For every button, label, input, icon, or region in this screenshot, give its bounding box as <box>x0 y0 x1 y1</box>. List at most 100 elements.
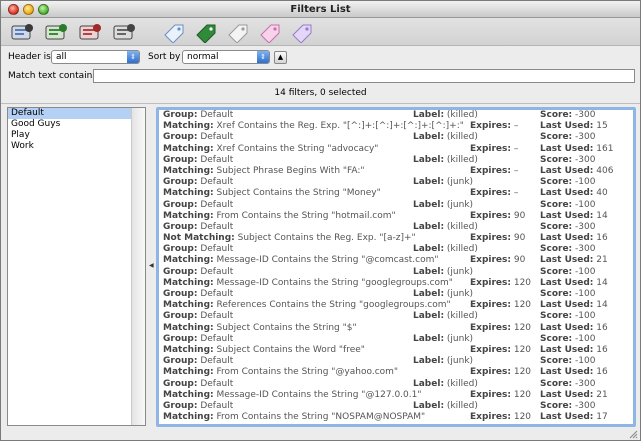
filter-match-row[interactable]: Matching: From Contains the String "hotm… <box>159 211 633 222</box>
filter-match-row[interactable]: Matching: Subject Phrase Begins With "FA… <box>159 166 633 177</box>
filter-count-status: 14 filters, 0 selected <box>274 88 367 98</box>
tag-purple-button[interactable] <box>289 21 315 44</box>
titlebar[interactable]: Filters List <box>1 1 640 18</box>
filter-label: Label: (killed) <box>413 132 478 143</box>
filter-expires: Expires: 120 <box>470 344 532 355</box>
filter-match-row[interactable]: Not Matching: Subject Contains the Reg. … <box>159 233 633 244</box>
filter-label: Label: (junk) <box>413 177 474 188</box>
sort-direction-button[interactable]: ▲ <box>274 51 287 64</box>
filter-match-row[interactable]: Matching: From Contains the String "NOSP… <box>159 412 633 423</box>
filter-expires: Expires: – <box>470 143 519 154</box>
split-view-divider[interactable]: ◀ <box>147 107 156 427</box>
filter-match: Matching: Subject Phrase Begins With "FA… <box>163 165 365 176</box>
filter-match-row[interactable]: Matching: Xref Contains the String "advo… <box>159 144 633 155</box>
filter-match: Matching: Subject Contains the Word "fre… <box>163 344 365 355</box>
filter-expires: Expires: 90 <box>470 255 526 266</box>
tag-blue-icon <box>164 24 184 44</box>
filter-group-row[interactable]: Group: Default Label: (killed) Score: -100 <box>159 311 633 322</box>
window-title: Filters List <box>290 4 351 15</box>
filters-list-window: Filters List Header is all ⇕ Sort by nor… <box>0 0 641 441</box>
filter-expires: Expires: 120 <box>470 322 532 333</box>
group-item-play[interactable]: Play <box>8 130 145 141</box>
filter-group: Group: Default <box>163 154 234 165</box>
filter-group: Group: Default <box>163 311 234 322</box>
filter-label: Label: (killed) <box>413 110 478 120</box>
filter-score: Score: -100 <box>540 356 596 367</box>
filter-group-row[interactable]: Group: Default Label: (killed) Score: -300 <box>159 244 633 255</box>
filter-label: Label: (junk) <box>413 333 474 344</box>
tag-purple-icon <box>292 24 312 44</box>
filter-score: Score: -300 <box>540 110 596 120</box>
filter-match: Matching: Message-ID Contains the String… <box>163 277 453 288</box>
tag-green-button[interactable] <box>193 21 219 44</box>
tag-pink-icon <box>260 24 280 44</box>
group-item-work[interactable]: Work <box>8 141 145 152</box>
filter-expires: Expires: 90 <box>470 210 526 221</box>
filter-match: Matching: Subject Contains the String "M… <box>163 188 381 199</box>
filter-match-row[interactable]: Matching: Subject Contains the Word "fre… <box>159 345 633 356</box>
tag-pink-button[interactable] <box>257 21 283 44</box>
filter-last-used: Last Used: 16 <box>540 233 608 244</box>
new-filter-icon <box>11 24 33 40</box>
filter-group-row[interactable]: Group: Default Label: (junk) Score: -100 <box>159 200 633 211</box>
duplicate-filter-button[interactable] <box>43 21 69 43</box>
filter-group: Group: Default <box>163 378 234 389</box>
filter-match-row[interactable]: Matching: Subject Contains the String "$… <box>159 323 633 334</box>
filter-match-row[interactable]: Matching: Message-ID Contains the String… <box>159 255 633 266</box>
filter-last-used: Last Used: 14 <box>540 300 608 311</box>
filter-group-row[interactable]: Group: Default Label: (killed) Score: -300 <box>159 132 633 143</box>
delete-filter-button[interactable] <box>111 21 137 43</box>
filter-match: Matching: From Contains the String "NOSP… <box>163 412 426 423</box>
filter-group: Group: Default <box>163 244 234 255</box>
filter-match: Not Matching: Subject Contains the Reg. … <box>163 233 416 244</box>
filter-match-row[interactable]: Matching: Message-ID Contains the String… <box>159 390 633 401</box>
tag-gray-button[interactable] <box>225 21 251 44</box>
filter-match-row[interactable]: Matching: Xref Contains the Reg. Exp. "[… <box>159 121 633 132</box>
filter-last-used: Last Used: 40 <box>540 188 608 199</box>
filter-match-row[interactable]: Matching: From Contains the String "@yah… <box>159 367 633 378</box>
resize-grip-icon[interactable] <box>628 429 638 439</box>
filter-match: Matching: Message-ID Contains the String… <box>163 389 422 400</box>
collapse-arrow-icon: ◀ <box>149 262 154 269</box>
filter-group-row[interactable]: Group: Default Label: (junk) Score: -100 <box>159 177 633 188</box>
edit-filter-button[interactable] <box>77 21 103 43</box>
match-text-input[interactable] <box>93 69 635 83</box>
filter-group-row[interactable]: Group: Default Label: (killed) Score: -300 <box>159 110 633 121</box>
filter-group: Group: Default <box>163 132 234 143</box>
filter-group-row[interactable]: Group: Default Label: (killed) Score: -300 <box>159 401 633 412</box>
filter-group-row[interactable]: Group: Default Label: (killed) Score: -300 <box>159 379 633 390</box>
sort-select[interactable]: normal ⇕ <box>182 50 270 64</box>
filters-list[interactable]: Group: Default Label: (killed) Score: -300… <box>156 107 636 427</box>
filter-group-row[interactable]: Group: Default Label: (junk) Score: -100 <box>159 334 633 345</box>
filter-match-row[interactable]: Matching: Message-ID Contains the String… <box>159 278 633 289</box>
duplicate-filter-icon <box>45 24 67 40</box>
filter-match: Matching: From Contains the String "@yah… <box>163 367 399 378</box>
filter-expires: Expires: – <box>470 188 519 199</box>
group-item-default[interactable]: Default <box>8 108 145 119</box>
tag-green-icon <box>196 24 216 44</box>
filter-label: Label: (killed) <box>413 244 478 255</box>
filter-label: Label: (killed) <box>413 378 478 389</box>
filter-group: Group: Default <box>163 221 234 232</box>
filter-match-row[interactable]: Matching: References Contains the String… <box>159 300 633 311</box>
filter-group-row[interactable]: Group: Default Label: (junk) Score: -100 <box>159 356 633 367</box>
new-filter-button[interactable] <box>9 21 35 43</box>
group-item-good-guys[interactable]: Good Guys <box>8 119 145 130</box>
tag-blue-button[interactable] <box>161 21 187 44</box>
header-select[interactable]: all ⇕ <box>51 50 140 64</box>
filter-group-row[interactable]: Group: Default Label: (killed) Score: -300 <box>159 222 633 233</box>
filter-score: Score: -100 <box>540 311 596 322</box>
filter-group-row[interactable]: Group: Default Label: (junk) Score: -100 <box>159 267 633 278</box>
filter-last-used: Last Used: 161 <box>540 143 614 154</box>
groups-scrollbar[interactable] <box>131 108 145 425</box>
filter-score: Score: -100 <box>540 289 596 299</box>
tag-gray-icon <box>228 24 248 44</box>
filter-expires: Expires: 120 <box>470 277 532 288</box>
filter-group-row[interactable]: Group: Default Label: (killed) Score: -300 <box>159 155 633 166</box>
filter-last-used: Last Used: 17 <box>540 412 608 423</box>
filter-group-row[interactable]: Group: Default Label: (junk) Score: -100 <box>159 289 633 300</box>
edit-filter-icon <box>79 24 101 40</box>
filter-match-row[interactable]: Matching: Subject Contains the String "M… <box>159 188 633 199</box>
groups-list[interactable]: Default Good Guys Play Work <box>7 107 146 426</box>
filter-match: Matching: Xref Contains the Reg. Exp. "[… <box>163 121 464 132</box>
